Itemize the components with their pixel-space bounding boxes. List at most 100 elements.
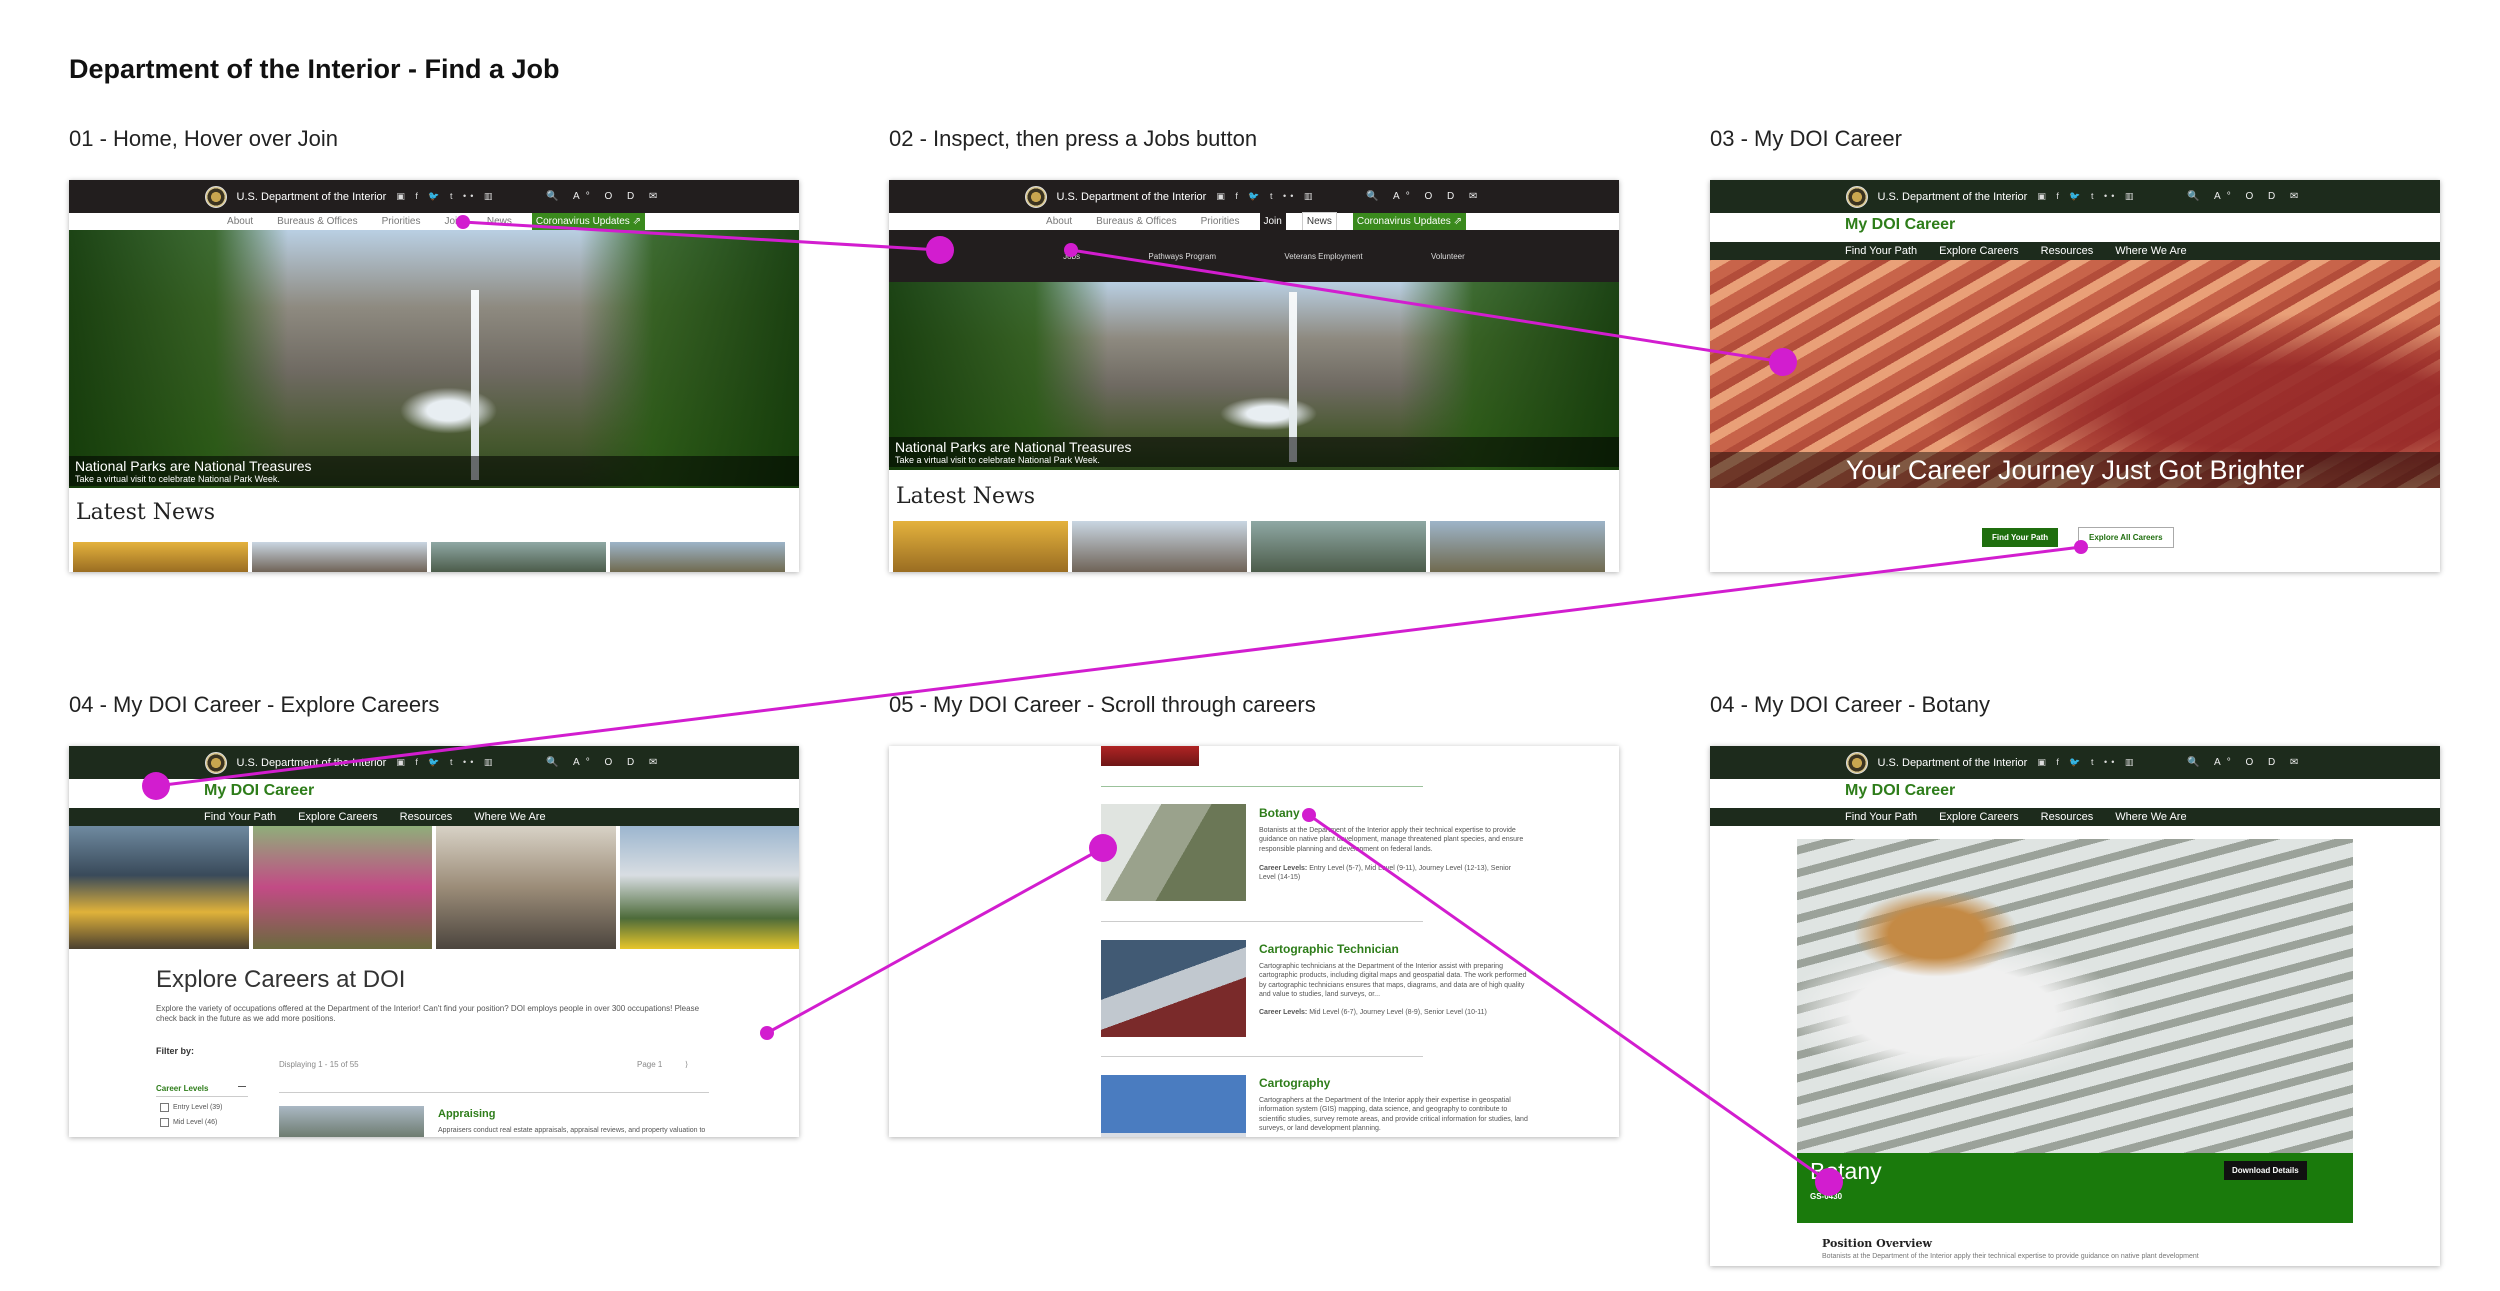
explore-all-careers-button[interactable]: Explore All Careers <box>2078 527 2174 548</box>
nav-item-bureaus[interactable]: Bureaus & Offices <box>273 213 361 230</box>
site-title[interactable]: My DOI Career <box>1845 216 1955 234</box>
doi-name[interactable]: U.S. Department of the Interior <box>237 191 387 203</box>
doi-name[interactable]: U.S. Department of the Interior <box>1057 191 1207 203</box>
nav-item-where-we-are[interactable]: Where We Are <box>474 811 545 823</box>
nav-item-coronavirus[interactable]: Coronavirus Updates ⇗ <box>531 213 645 230</box>
career-title-cartography[interactable]: Cartography <box>1259 1076 1330 1090</box>
nav-item-where-we-are[interactable]: Where We Are <box>2115 245 2186 257</box>
doi-name[interactable]: U.S. Department of the Interior <box>1878 191 2028 203</box>
divider <box>1101 921 1423 922</box>
nav-item-find-your-path[interactable]: Find Your Path <box>1845 245 1917 257</box>
nav-item-resources[interactable]: Resources <box>2041 245 2094 257</box>
news-thumbs <box>893 521 1605 572</box>
download-details-button[interactable]: Download Details <box>2224 1161 2307 1180</box>
doi-seal-icon[interactable] <box>1845 751 1868 774</box>
site-title[interactable]: My DOI Career <box>204 782 314 800</box>
menu-item-volunteer[interactable]: Volunteer <box>1431 252 1465 261</box>
career-title-appraising[interactable]: Appraising <box>438 1108 495 1120</box>
nav-item-coronavirus[interactable]: Coronavirus Updates ⇗ <box>1352 213 1466 230</box>
tool-icons[interactable]: 🔍 A° O D ✉ <box>546 757 663 768</box>
results-count: Displaying 1 - 15 of 55 <box>279 1060 359 1069</box>
nav-item-priorities[interactable]: Priorities <box>378 213 425 230</box>
page-indicator[interactable]: Page 1 <box>637 1060 662 1069</box>
tool-icons[interactable]: 🔍 A° O D ✉ <box>2187 757 2304 768</box>
career-thumb-cartographic-technician[interactable] <box>1101 940 1246 1037</box>
social-icons[interactable]: ▣ f 🐦 t •• ▥ <box>2037 191 2137 202</box>
find-your-path-button[interactable]: Find Your Path <box>1982 528 2059 547</box>
news-thumb[interactable] <box>252 542 427 572</box>
news-thumb[interactable] <box>1430 521 1605 572</box>
hero-caption: National Parks are National Treasures Ta… <box>889 437 1619 467</box>
doi-seal-icon[interactable] <box>1024 185 1047 208</box>
hero-caption-title[interactable]: National Parks are National Treasures <box>75 458 793 474</box>
divider <box>1101 786 1423 787</box>
career-thumb-cartography[interactable] <box>1101 1075 1246 1137</box>
checkbox-mid-level[interactable]: Mid Level (46) <box>160 1118 217 1127</box>
join-dropdown-menu: Jobs Pathways Program Veterans Employmen… <box>889 230 1619 282</box>
collapse-icon[interactable]: — <box>238 1082 246 1091</box>
filter-label: Filter by: <box>156 1046 195 1056</box>
doi-top-bar: U.S. Department of the Interior ▣ f 🐦 t … <box>889 180 1619 213</box>
nav-item-news[interactable]: News <box>483 213 516 230</box>
menu-item-veterans[interactable]: Veterans Employment <box>1284 252 1362 261</box>
nav-item-explore-careers[interactable]: Explore Careers <box>298 811 377 823</box>
news-thumb[interactable] <box>1072 521 1247 572</box>
social-icons[interactable]: ▣ f 🐦 t •• ▥ <box>396 191 496 202</box>
nav-item-bureaus[interactable]: Bureaus & Offices <box>1092 213 1180 230</box>
nav-item-about[interactable]: About <box>1042 213 1076 230</box>
checkbox-entry-level[interactable]: Entry Level (39) <box>160 1103 222 1112</box>
nav-item-explore-careers[interactable]: Explore Careers <box>1939 811 2018 823</box>
tool-icons[interactable]: 🔍 A° O D ✉ <box>2187 191 2304 202</box>
nav-item-find-your-path[interactable]: Find Your Path <box>204 811 276 823</box>
career-title-botany[interactable]: Botany <box>1259 806 1300 820</box>
connector-dot <box>760 1026 774 1040</box>
photo-workers <box>69 826 249 949</box>
career-thumb-botany[interactable] <box>1101 804 1246 901</box>
next-page-icon[interactable]: ⟩ <box>685 1060 688 1069</box>
doi-seal-icon[interactable] <box>1845 185 1868 208</box>
doi-top-bar: U.S. Department of the Interior ▣ f 🐦 t … <box>1710 746 2440 779</box>
news-thumbs <box>73 542 785 572</box>
career-title-cartographic-technician[interactable]: Cartographic Technician <box>1259 942 1399 956</box>
hero-caption-title[interactable]: National Parks are National Treasures <box>895 439 1613 455</box>
nav-item-about[interactable]: About <box>223 213 257 230</box>
nav-item-join[interactable]: Join <box>1259 213 1286 230</box>
checkbox-label: Entry Level (39) <box>173 1104 223 1111</box>
tool-icons[interactable]: 🔍 A° O D ✉ <box>1366 191 1483 202</box>
nav-item-find-your-path[interactable]: Find Your Path <box>1845 811 1917 823</box>
nav-item-priorities[interactable]: Priorities <box>1197 213 1244 230</box>
social-icons[interactable]: ▣ f 🐦 t •• ▥ <box>396 757 496 768</box>
doi-top-bar: U.S. Department of the Interior ▣ f 🐦 t … <box>69 746 799 779</box>
career-levels-filter[interactable]: Career Levels <box>156 1084 208 1093</box>
connector-dot <box>456 215 470 229</box>
news-thumb[interactable] <box>431 542 606 572</box>
photo-field <box>252 826 432 949</box>
doi-name[interactable]: U.S. Department of the Interior <box>1878 757 2028 769</box>
frame-scroll-careers: Botany Botanists at the Department of th… <box>889 746 1619 1137</box>
news-thumb[interactable] <box>73 542 248 572</box>
connector-dot <box>2074 540 2088 554</box>
news-thumb[interactable] <box>893 521 1068 572</box>
tool-icons[interactable]: 🔍 A° O D ✉ <box>546 191 663 202</box>
nav-item-news[interactable]: News <box>1301 212 1337 231</box>
news-thumb[interactable] <box>1251 521 1426 572</box>
doi-seal-icon[interactable] <box>204 185 227 208</box>
site-title[interactable]: My DOI Career <box>1845 782 1955 800</box>
news-thumb[interactable] <box>610 542 785 572</box>
nav-item-resources[interactable]: Resources <box>400 811 453 823</box>
nav-item-resources[interactable]: Resources <box>2041 811 2094 823</box>
social-icons[interactable]: ▣ f 🐦 t •• ▥ <box>2037 757 2137 768</box>
frame-caption: 02 - Inspect, then press a Jobs button <box>889 126 1258 151</box>
career-thumb-previous[interactable] <box>1101 746 1199 766</box>
photo-forest <box>619 826 799 949</box>
social-icons[interactable]: ▣ f 🐦 t •• ▥ <box>1216 191 1316 202</box>
doi-seal-icon[interactable] <box>204 751 227 774</box>
connector-dot <box>926 236 954 264</box>
nav-item-where-we-are[interactable]: Where We Are <box>2115 811 2186 823</box>
nav-item-explore-careers[interactable]: Explore Careers <box>1939 245 2018 257</box>
menu-item-pathways[interactable]: Pathways Program <box>1148 252 1216 261</box>
hero-caption-sub: Take a virtual visit to celebrate Nation… <box>895 455 1100 465</box>
doi-name[interactable]: U.S. Department of the Interior <box>237 757 387 769</box>
career-thumb-appraising[interactable] <box>279 1106 424 1137</box>
frame-caption: 01 - Home, Hover over Join <box>69 126 338 151</box>
